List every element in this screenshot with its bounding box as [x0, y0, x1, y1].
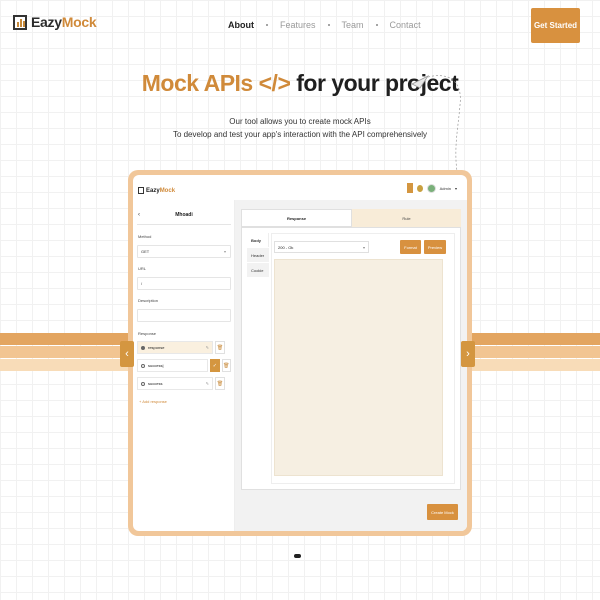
response-item-field[interactable]: response ✎: [137, 341, 213, 354]
body-area: 200 - Ok ▾ Format Preview: [271, 233, 455, 484]
url-value: /: [141, 281, 143, 286]
body-editor[interactable]: [274, 259, 443, 476]
tab-rule[interactable]: Rule: [352, 209, 461, 227]
hero-subtitle: Our tool allows you to create mock APIs …: [0, 115, 600, 141]
status-select[interactable]: 200 - Ok ▾: [274, 241, 369, 253]
confirm-icon[interactable]: ✓: [210, 359, 220, 372]
response-item[interactable]: response ✎ 🗑: [137, 341, 231, 354]
response-item-field[interactable]: success|: [137, 359, 209, 372]
main-menu: About Features Team Contact: [228, 20, 421, 30]
add-response-link[interactable]: + Add response: [139, 399, 167, 404]
description-input[interactable]: [137, 309, 231, 322]
preview-button[interactable]: Preview: [424, 240, 446, 254]
radio-button[interactable]: [141, 345, 145, 350]
description-label: Description: [138, 298, 159, 303]
response-item-name: response: [148, 345, 165, 350]
editor-tabs: Response Rule: [241, 209, 461, 227]
next-slide-button[interactable]: ›: [461, 341, 475, 367]
response-item-name: success: [148, 381, 163, 386]
method-label: Method: [138, 234, 152, 239]
brand-logo[interactable]: EazyMock: [13, 14, 97, 30]
nav-separator: [266, 24, 268, 26]
radio-button[interactable]: [141, 381, 145, 386]
response-item-field[interactable]: success ✎: [137, 377, 213, 390]
response-item-name: success|: [148, 363, 164, 368]
nav-team[interactable]: Team: [342, 20, 364, 30]
editor-content: Body Header Cookie 200 - Ok ▾ Format Pre…: [241, 227, 461, 490]
chevron-left-icon: ‹: [125, 348, 129, 360]
endpoint-name: Mhoadi: [175, 212, 193, 218]
side-tab-body[interactable]: Body: [247, 233, 269, 247]
response-editor-panel: Response Rule Body Header Cookie 200 - O…: [235, 200, 467, 531]
chevron-down-icon[interactable]: ▾: [455, 186, 457, 191]
endpoint-editor-panel: ‹ Mhoadi Method GET ▾ URL / Description …: [133, 200, 235, 531]
nav-features[interactable]: Features: [280, 20, 316, 30]
brand-name-part-2: Mock: [61, 14, 97, 30]
brand-name: EazyMock: [31, 14, 97, 30]
chevron-down-icon: ▾: [362, 244, 365, 250]
app-brand-part-2: Mock: [159, 187, 176, 194]
chevron-right-icon: ›: [466, 348, 470, 360]
coin-icon: [416, 184, 423, 192]
user-name[interactable]: Admin: [440, 186, 451, 191]
app-logo-icon: [138, 187, 144, 194]
url-label: URL: [138, 266, 147, 271]
response-item[interactable]: success| ✓ 🗑: [137, 359, 232, 372]
response-label: Response: [138, 331, 157, 336]
side-tab-cookie[interactable]: Cookie: [247, 263, 269, 277]
nav-about[interactable]: About: [228, 20, 254, 30]
tab-response[interactable]: Response: [241, 209, 352, 227]
get-started-button[interactable]: Get Started: [531, 8, 580, 43]
create-mock-button[interactable]: Create Mock: [427, 504, 458, 520]
app-preview: Eazy Mock Admin ▾ ‹ Mhoadi Method GET ▾ U…: [133, 175, 467, 531]
response-item[interactable]: success ✎ 🗑: [137, 377, 231, 390]
hero-subtitle-line-2: To develop and test your app's interacti…: [172, 130, 428, 139]
hero-title-highlight: Mock APIs </>: [141, 70, 291, 96]
app-user-area: Admin ▾: [406, 183, 457, 193]
radio-button[interactable]: [141, 363, 145, 368]
app-brand-part-1: Eazy: [146, 187, 160, 194]
chevron-down-icon: ▾: [223, 249, 226, 254]
divider: [137, 224, 231, 225]
nav-contact[interactable]: Contact: [390, 20, 421, 30]
logo-icon: [13, 14, 27, 30]
prev-slide-button[interactable]: ‹: [120, 341, 134, 367]
edit-icon[interactable]: ✎: [206, 345, 209, 350]
method-value: GET: [141, 249, 150, 254]
url-input[interactable]: /: [137, 277, 231, 290]
status-value: 200 - Ok: [278, 244, 294, 250]
delete-icon[interactable]: 🗑: [221, 359, 232, 372]
notification-icon[interactable]: [406, 183, 413, 193]
carousel-indicator[interactable]: [294, 554, 301, 558]
hero-title: Mock APIs </> for your project: [0, 70, 600, 97]
brand-name-part-1: Eazy: [31, 14, 62, 30]
delete-icon[interactable]: 🗑: [215, 377, 225, 390]
avatar[interactable]: [426, 183, 436, 193]
app-logo: Eazy Mock: [138, 187, 175, 194]
hero-subtitle-line-1: Our tool allows you to create mock APIs: [229, 117, 371, 126]
side-tabs: Body Header Cookie: [247, 233, 269, 278]
nav-separator: [327, 24, 330, 26]
delete-icon[interactable]: 🗑: [215, 341, 225, 354]
format-button[interactable]: Format: [400, 240, 421, 254]
nav-separator: [375, 24, 378, 26]
method-select[interactable]: GET ▾: [137, 245, 231, 258]
edit-icon[interactable]: ✎: [206, 381, 209, 386]
side-tab-header[interactable]: Header: [247, 248, 269, 262]
top-navbar: EazyMock About Features Team Contact Get…: [0, 0, 600, 50]
app-preview-frame: Eazy Mock Admin ▾ ‹ Mhoadi Method GET ▾ U…: [128, 170, 472, 536]
